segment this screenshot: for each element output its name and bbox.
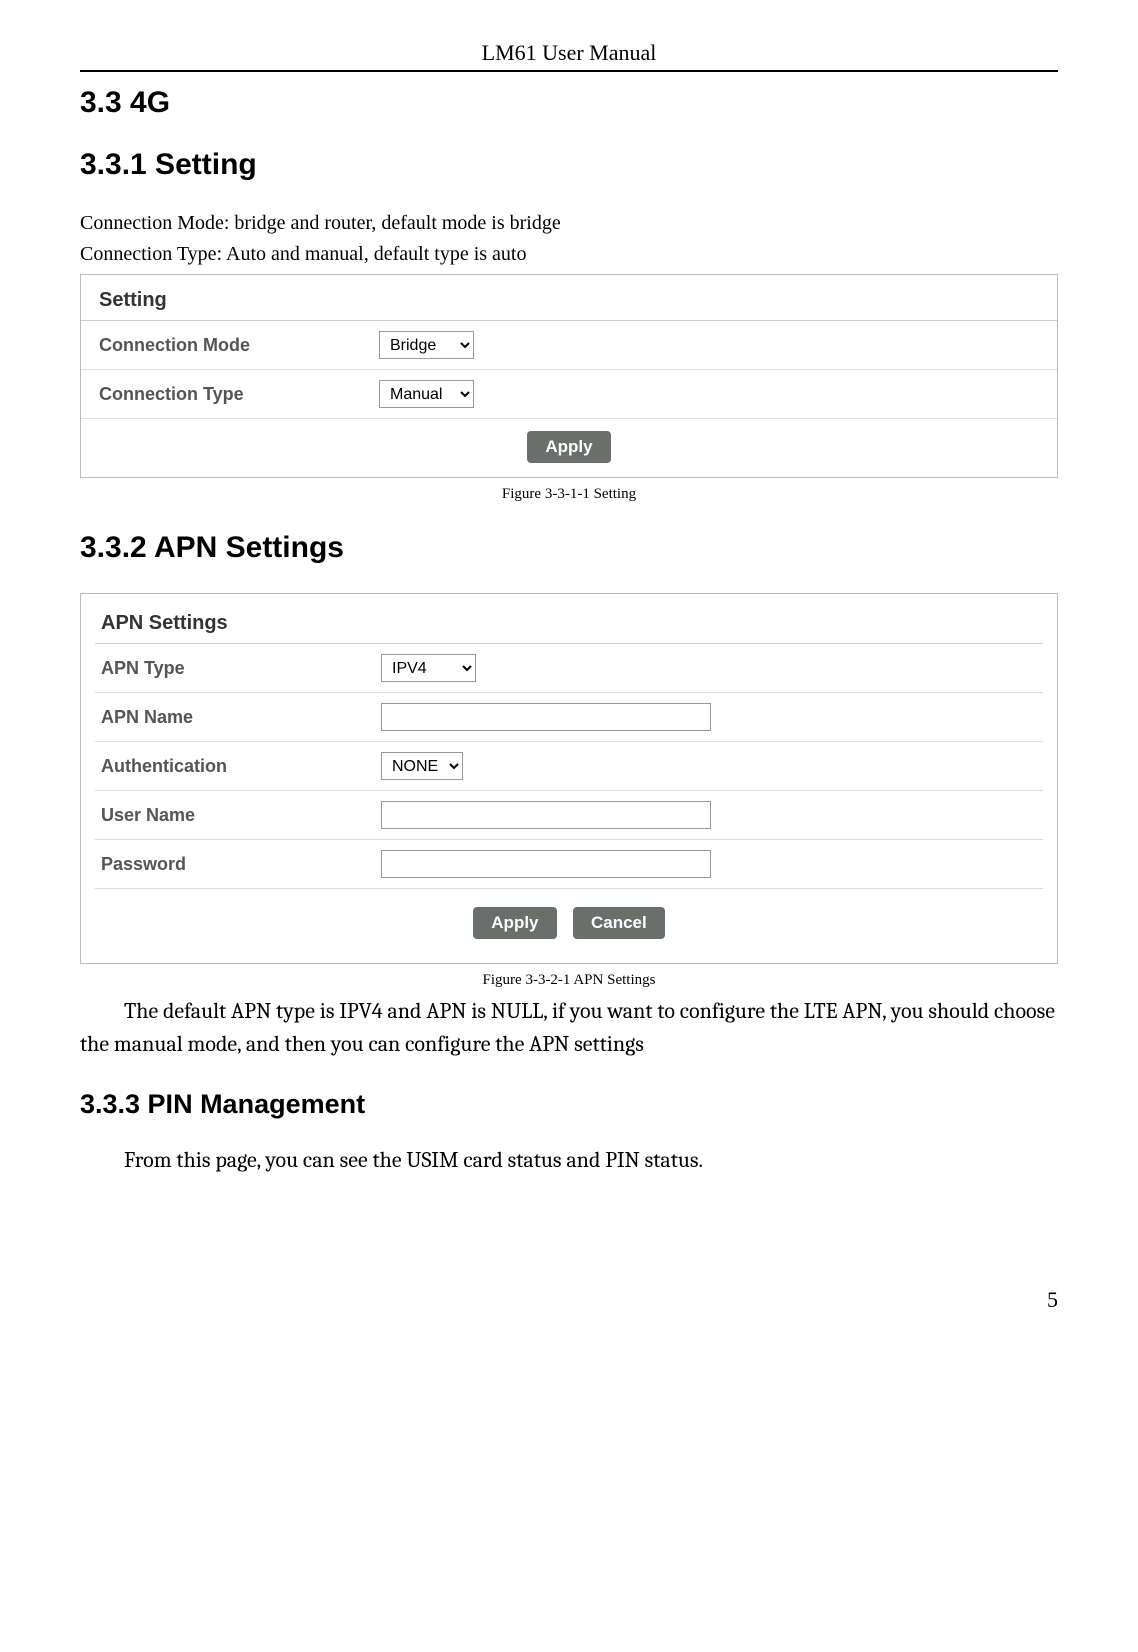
password-label: Password xyxy=(101,854,381,875)
connection-type-label: Connection Type xyxy=(99,384,379,405)
apn-name-label: APN Name xyxy=(101,707,381,728)
apn-button-row: Apply Cancel xyxy=(95,889,1043,939)
section-3-3-2-title: 3.3.2 APN Settings xyxy=(80,531,1058,565)
apn-name-row: APN Name xyxy=(95,693,1043,742)
connection-type-row: Connection Type Manual xyxy=(81,370,1057,419)
apn-name-input[interactable] xyxy=(381,703,711,731)
setting-panel: Setting Connection Mode Bridge Connectio… xyxy=(80,274,1058,478)
apn-cancel-button[interactable]: Cancel xyxy=(573,907,665,939)
figure-3-3-2-1-caption: Figure 3-3-2-1 APN Settings xyxy=(80,972,1058,989)
setting-apply-button[interactable]: Apply xyxy=(527,431,610,463)
apn-description: The default APN type is IPV4 and APN is … xyxy=(80,995,1058,1061)
section-3-3-1-title: 3.3.1 Setting xyxy=(80,148,1058,182)
setting-button-row: Apply xyxy=(81,419,1057,477)
section-3-3-3-title: 3.3.3 PIN Management xyxy=(80,1089,1058,1120)
page-header: LM61 User Manual xyxy=(80,40,1058,72)
password-row: Password xyxy=(95,840,1043,889)
setting-desc-2: Connection Type: Auto and manual, defaul… xyxy=(80,241,1058,268)
apn-type-select[interactable]: IPV4 xyxy=(381,654,476,682)
apn-panel-title: APN Settings xyxy=(95,612,1043,644)
user-name-input[interactable] xyxy=(381,801,711,829)
section-3-3-title: 3.3 4G xyxy=(80,86,1058,120)
authentication-row: Authentication NONE xyxy=(95,742,1043,791)
setting-panel-title: Setting xyxy=(81,275,1057,321)
pin-description: From this page, you can see the USIM car… xyxy=(80,1144,1058,1177)
authentication-select[interactable]: NONE xyxy=(381,752,463,780)
connection-type-select[interactable]: Manual xyxy=(379,380,474,408)
user-name-row: User Name xyxy=(95,791,1043,840)
password-input[interactable] xyxy=(381,850,711,878)
setting-desc-1: Connection Mode: bridge and router, defa… xyxy=(80,210,1058,237)
apn-type-label: APN Type xyxy=(101,658,381,679)
page-number: 5 xyxy=(80,1287,1058,1313)
user-name-label: User Name xyxy=(101,805,381,826)
connection-mode-select[interactable]: Bridge xyxy=(379,331,474,359)
apn-apply-button[interactable]: Apply xyxy=(473,907,556,939)
connection-mode-row: Connection Mode Bridge xyxy=(81,321,1057,370)
connection-mode-label: Connection Mode xyxy=(99,335,379,356)
apn-panel: APN Settings APN Type IPV4 APN Name Auth… xyxy=(80,593,1058,964)
apn-type-row: APN Type IPV4 xyxy=(95,644,1043,693)
figure-3-3-1-1-caption: Figure 3-3-1-1 Setting xyxy=(80,486,1058,503)
authentication-label: Authentication xyxy=(101,756,381,777)
